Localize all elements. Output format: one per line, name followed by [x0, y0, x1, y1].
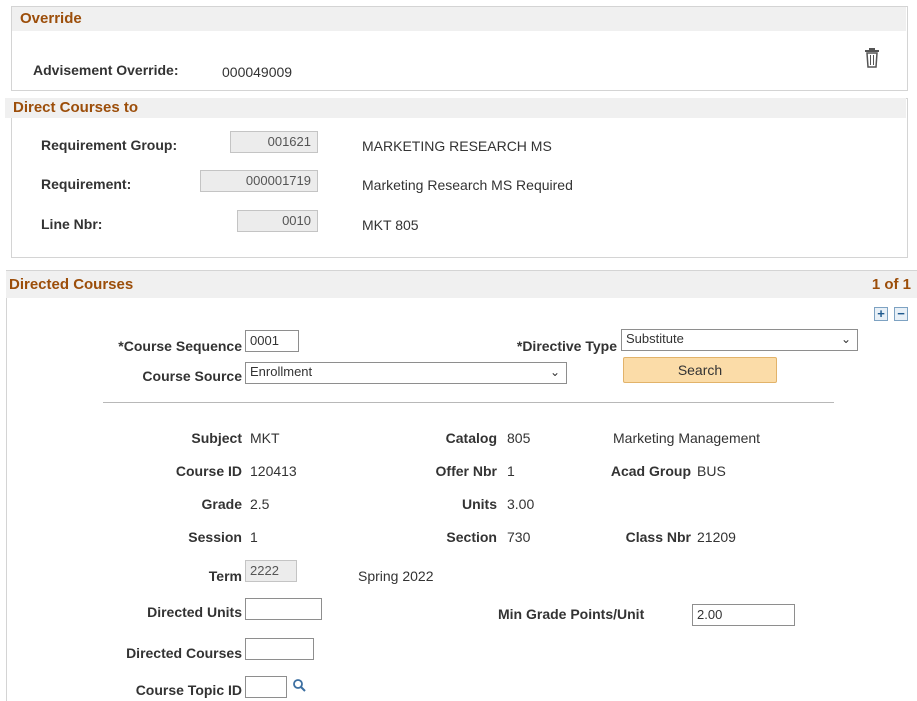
- acad-group-label: Acad Group: [610, 463, 691, 479]
- session-value: 1: [250, 529, 258, 545]
- units-value: 3.00: [507, 496, 535, 512]
- directed-courses-header: Directed Courses 1 of 1: [6, 271, 917, 298]
- delete-row-button[interactable]: −: [894, 307, 908, 321]
- directed-courses-input[interactable]: [245, 638, 314, 660]
- directed-units-label: Directed Units: [147, 604, 242, 620]
- course-source-label: Course Source: [142, 368, 242, 384]
- term-label: Term: [208, 568, 242, 584]
- requirement-group-desc: MARKETING RESEARCH MS: [362, 138, 552, 154]
- course-topic-input[interactable]: [245, 676, 287, 698]
- grade-label: Grade: [201, 496, 242, 512]
- directive-type-label: *Directive Type: [516, 338, 617, 354]
- subject-value: MKT: [250, 430, 280, 446]
- offer-nbr-value: 1: [507, 463, 515, 479]
- course-sequence-input[interactable]: 0001: [245, 330, 299, 352]
- directed-courses-label: Directed Courses: [126, 645, 242, 661]
- directive-type-select[interactable]: Substitute ⌄: [621, 329, 858, 351]
- line-nbr-field: 0010: [237, 210, 318, 232]
- min-grade-points-input[interactable]: 2.00: [692, 604, 795, 626]
- direct-courses-header: Direct Courses to: [5, 98, 906, 118]
- search-button[interactable]: Search: [623, 357, 777, 383]
- course-source-value: Enrollment: [250, 364, 313, 379]
- units-label: Units: [462, 496, 497, 512]
- chevron-down-icon: ⌄: [549, 365, 560, 379]
- class-nbr-value: 21209: [697, 529, 736, 545]
- line-nbr-label: Line Nbr:: [41, 216, 103, 232]
- acad-group-value: BUS: [697, 463, 726, 479]
- catalog-value: 805: [507, 430, 531, 446]
- add-row-button[interactable]: +: [874, 307, 888, 321]
- course-id-label: Course ID: [175, 463, 242, 479]
- course-title: Marketing Management: [613, 430, 761, 446]
- offer-nbr-label: Offer Nbr: [435, 463, 497, 479]
- course-sequence-label: *Course Sequence: [118, 338, 242, 354]
- advisement-override-value: 000049009: [222, 64, 293, 80]
- grade-value: 2.5: [250, 496, 270, 512]
- requirement-desc: Marketing Research MS Required: [362, 177, 573, 193]
- override-header: Override: [12, 7, 906, 31]
- advisement-override-label: Advisement Override:: [33, 62, 179, 78]
- course-topic-label: Course Topic ID: [135, 682, 242, 698]
- requirement-group-field: 001621: [230, 131, 318, 153]
- row-counter: 1 of 1: [871, 276, 911, 293]
- section-label: Section: [446, 529, 497, 545]
- class-nbr-label: Class Nbr: [625, 529, 691, 545]
- term-field: 2222: [245, 560, 297, 582]
- directive-type-value: Substitute: [626, 331, 684, 346]
- line-nbr-desc: MKT 805: [362, 217, 419, 233]
- min-grade-points-label: Min Grade Points/Unit: [498, 606, 645, 622]
- session-label: Session: [188, 529, 242, 545]
- requirement-label: Requirement:: [41, 176, 132, 192]
- section-value: 730: [507, 529, 531, 545]
- search-icon[interactable]: [292, 678, 306, 692]
- requirement-group-label: Requirement Group:: [41, 137, 178, 153]
- directed-courses-title: Directed Courses: [9, 276, 134, 293]
- course-source-select[interactable]: Enrollment ⌄: [245, 362, 567, 384]
- subject-label: Subject: [191, 430, 242, 446]
- divider: [103, 402, 834, 403]
- catalog-label: Catalog: [445, 430, 497, 446]
- trash-icon[interactable]: [864, 48, 880, 68]
- course-id-value: 120413: [250, 463, 297, 479]
- requirement-field: 000001719: [200, 170, 318, 192]
- directed-units-input[interactable]: [245, 598, 322, 620]
- term-desc: Spring 2022: [358, 568, 434, 584]
- chevron-down-icon: ⌄: [840, 332, 851, 346]
